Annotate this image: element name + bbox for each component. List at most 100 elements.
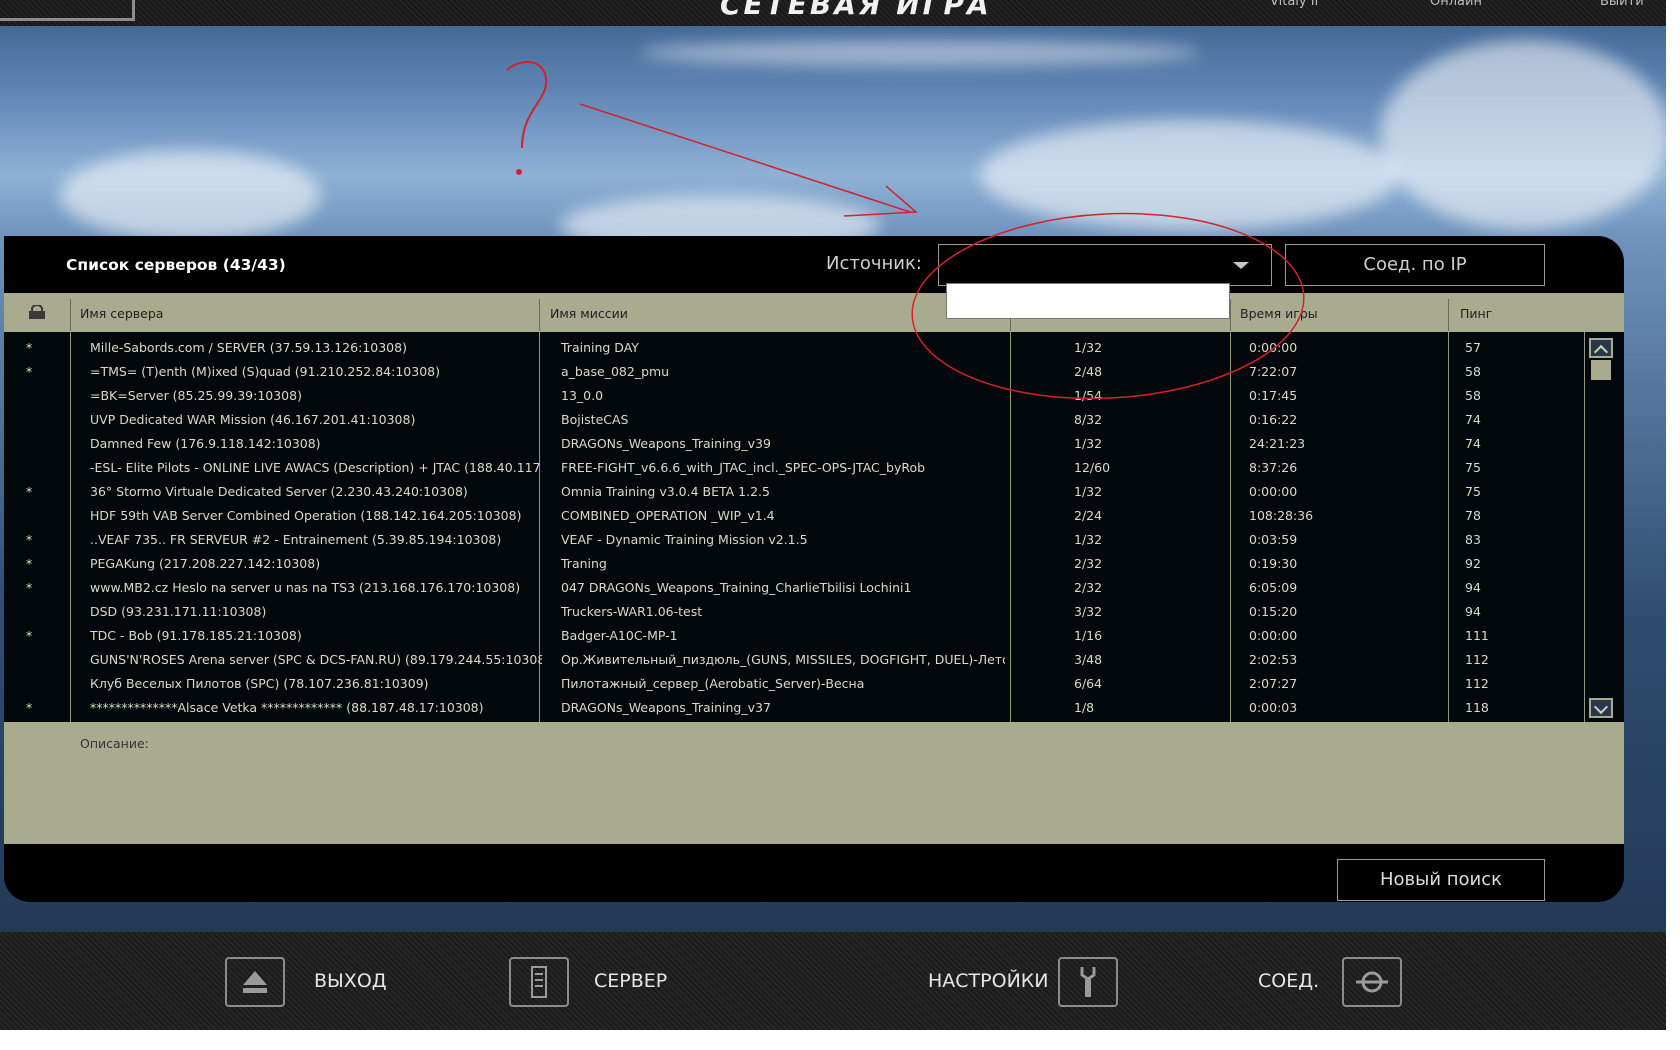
column-header-game-time[interactable]: Время игры	[1240, 293, 1318, 332]
ping-cell: 118	[1465, 700, 1489, 715]
mission-name-cell: Ор.Живительный_пиздюль_(GUNS, MISSILES, …	[561, 652, 1005, 667]
game-time-cell: 0:00:03	[1249, 700, 1298, 715]
source-dropdown-list[interactable]	[946, 283, 1230, 319]
column-divider[interactable]	[70, 299, 71, 331]
password-flag	[26, 384, 46, 408]
scroll-down-button[interactable]	[1589, 698, 1613, 718]
password-flag	[26, 672, 46, 696]
password-flag	[26, 456, 46, 480]
mission-name-cell: Пилотажный_сервер_(Aerobatic_Server)-Вес…	[561, 676, 865, 691]
server-list-title: Список серверов (43/43)	[66, 256, 286, 274]
mission-name-cell: Training DAY	[561, 340, 639, 355]
connect-icon[interactable]	[1342, 957, 1402, 1007]
column-divider	[1584, 332, 1585, 722]
server-name-cell: Клуб Веселых Пилотов (SPC) (78.107.236.8…	[90, 676, 429, 691]
ping-cell: 92	[1465, 556, 1481, 571]
column-divider[interactable]	[1230, 299, 1231, 331]
annotation-question-dot	[516, 169, 522, 175]
connect-by-ip-button[interactable]: Соед. по IP	[1285, 244, 1545, 286]
mission-name-cell: DRAGONs_Weapons_Training_v37	[561, 700, 771, 715]
exit-button[interactable]: ВЫХОД	[314, 970, 387, 992]
table-row[interactable]: * 36° Stormo Virtuale Dedicated Server (2…	[4, 480, 1584, 504]
annotation-question-mark: ?	[516, 175, 517, 177]
table-row[interactable]: * PEGAKung (217.208.227.142:10308) Trаning…	[4, 552, 1584, 576]
mission-name-cell: Badger-A10C-MP-1	[561, 628, 678, 643]
table-row[interactable]: * www.MB2.cz Heslo na server u nas na TS3…	[4, 576, 1584, 600]
game-time-cell: 108:28:36	[1249, 508, 1314, 523]
password-flag	[26, 504, 46, 528]
players-cell: 8/32	[1074, 412, 1103, 427]
mission-name-cell: 047 DRAGONs_Weapons_Training_CharlieTbil…	[561, 580, 912, 595]
ping-cell: 74	[1465, 436, 1481, 451]
table-row[interactable]: HDF 59th VAB Server Combined Operation (…	[4, 504, 1584, 528]
eject-icon[interactable]	[225, 957, 285, 1007]
server-name-cell: Damned Few (176.9.118.142:10308)	[90, 436, 321, 451]
cloud-decoration	[640, 40, 1200, 66]
password-flag: *	[26, 556, 33, 571]
table-row[interactable]: Клуб Веселых Пилотов (SPC) (78.107.236.8…	[4, 672, 1584, 696]
server-button[interactable]: СЕРВЕР	[594, 970, 667, 992]
chevron-down-icon	[1593, 699, 1609, 715]
lock-icon[interactable]	[28, 305, 46, 319]
scroll-up-button[interactable]	[1589, 338, 1613, 360]
server-icon[interactable]	[509, 957, 569, 1007]
table-row[interactable]: =BK=Server (85.25.99.39:10308) 13_0.0 1/54…	[4, 384, 1584, 408]
table-row[interactable]: UVP Dedicated WAR Mission (46.167.201.41…	[4, 408, 1584, 432]
password-flag	[26, 408, 46, 432]
source-label: Источник:	[826, 253, 922, 274]
ping-cell: 112	[1465, 652, 1489, 667]
password-flag: *	[26, 700, 33, 715]
server-name-cell: TDC - Bob (91.178.185.21:10308)	[90, 628, 302, 643]
players-cell: 12/60	[1074, 460, 1111, 475]
server-list-panel: Список серверов (43/43) Источник: Соед. …	[4, 236, 1624, 902]
players-cell: 2/32	[1074, 556, 1103, 571]
logout-link[interactable]: Выйти	[1600, 0, 1644, 9]
password-flag: *	[26, 340, 33, 355]
table-row[interactable]: Damned Few (176.9.118.142:10308) DRAGONs_…	[4, 432, 1584, 456]
column-divider[interactable]	[1448, 299, 1449, 331]
players-cell: 2/32	[1074, 580, 1103, 595]
connect-button[interactable]: СОЕД.	[1258, 970, 1319, 992]
settings-button[interactable]: НАСТРОЙКИ	[928, 970, 1049, 992]
server-table: * Mille-Sabords.com / SERVER (37.59.13.12…	[4, 332, 1624, 722]
table-row[interactable]: * ..VEAF 735.. FR SERVEUR #2 - Entraineme…	[4, 528, 1584, 552]
server-name-cell: UVP Dedicated WAR Mission (46.167.201.41…	[90, 412, 416, 427]
ping-cell: 58	[1465, 364, 1481, 379]
ping-cell: 111	[1465, 628, 1489, 643]
page-title: СЕТЕВАЯ ИГРА	[720, 0, 992, 21]
table-row[interactable]: * TDC - Bob (91.178.185.21:10308) Badger-A…	[4, 624, 1584, 648]
chevron-down-icon[interactable]	[1233, 262, 1249, 269]
user-name[interactable]: Vitaly II	[1270, 0, 1318, 9]
annotation-question-hook	[506, 60, 548, 149]
wrench-icon[interactable]	[1058, 957, 1118, 1007]
game-time-cell: 2:02:53	[1249, 652, 1298, 667]
password-flag: *	[26, 532, 33, 547]
cloud-decoration	[1380, 40, 1666, 230]
new-search-button[interactable]: Новый поиск	[1337, 859, 1545, 901]
server-name-cell: **************Alsace Vetka *************…	[90, 700, 484, 715]
password-flag: *	[26, 628, 33, 643]
password-flag: *	[26, 364, 33, 379]
column-divider[interactable]	[539, 299, 540, 331]
table-row[interactable]: * =TMS= (T)enth (M)ixed (S)quad (91.210.2…	[4, 360, 1584, 384]
online-link[interactable]: Онлайн	[1430, 0, 1482, 9]
column-header-ping[interactable]: Пинг	[1460, 293, 1492, 332]
password-flag	[26, 432, 46, 456]
table-row[interactable]: * **************Alsace Vetka ************…	[4, 696, 1584, 720]
server-name-cell: 36° Stormo Virtuale Dedicated Server (2.…	[90, 484, 468, 499]
scrollbar-thumb[interactable]	[1591, 360, 1611, 380]
players-cell: 1/32	[1074, 340, 1103, 355]
table-row[interactable]: * Mille-Sabords.com / SERVER (37.59.13.12…	[4, 336, 1584, 360]
players-cell: 6/64	[1074, 676, 1103, 691]
table-row[interactable]: -ESL- Elite Pilots - ONLINE LIVE AWACS (…	[4, 456, 1584, 480]
source-dropdown[interactable]	[938, 244, 1272, 286]
top-bar: СЕТЕВАЯ ИГРА Vitaly II Онлайн Выйти	[0, 0, 1666, 26]
column-header-server-name[interactable]: Имя сервера	[80, 293, 163, 332]
players-cell: 1/8	[1074, 700, 1095, 715]
column-header-mission-name[interactable]: Имя миссии	[550, 293, 628, 332]
mission-name-cell: VEAF - Dynamic Training Mission v2.1.5	[561, 532, 808, 547]
table-row[interactable]: DSD (93.231.171.11:10308) Truckers-WAR1.0…	[4, 600, 1584, 624]
table-row[interactable]: GUNS'N'ROSES Arena server (SPC & DCS-FAN…	[4, 648, 1584, 672]
game-time-cell: 24:21:23	[1249, 436, 1306, 451]
server-name-cell: -ESL- Elite Pilots - ONLINE LIVE AWACS (…	[90, 460, 542, 475]
